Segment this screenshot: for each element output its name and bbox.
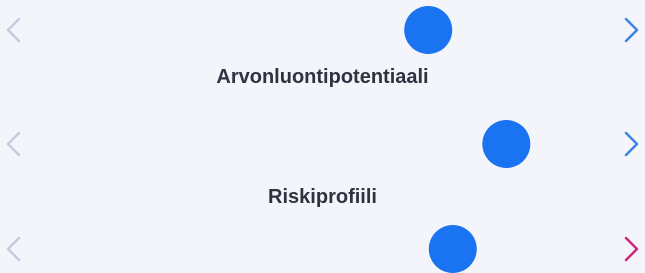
slider-riskiprofiili-graphic <box>6 225 639 273</box>
slider-riskiprofiili[interactable] <box>0 225 645 273</box>
slider-arvonluontipotentiaali[interactable] <box>0 120 645 168</box>
slider-arvonluontipotentiaali-thumb[interactable] <box>482 120 531 168</box>
slider-riskiprofiili-thumb[interactable] <box>428 225 477 273</box>
label-riskiprofiili: Riskiprofiili <box>268 186 377 208</box>
slider-arvonluontipotentiaali-graphic <box>6 120 639 168</box>
slider-1-graphic <box>6 6 639 54</box>
slider-1-thumb[interactable] <box>404 6 453 54</box>
slider-1[interactable] <box>0 6 645 54</box>
label-arvonluontipotentiaali: Arvonluontipotentiaali <box>216 66 429 88</box>
